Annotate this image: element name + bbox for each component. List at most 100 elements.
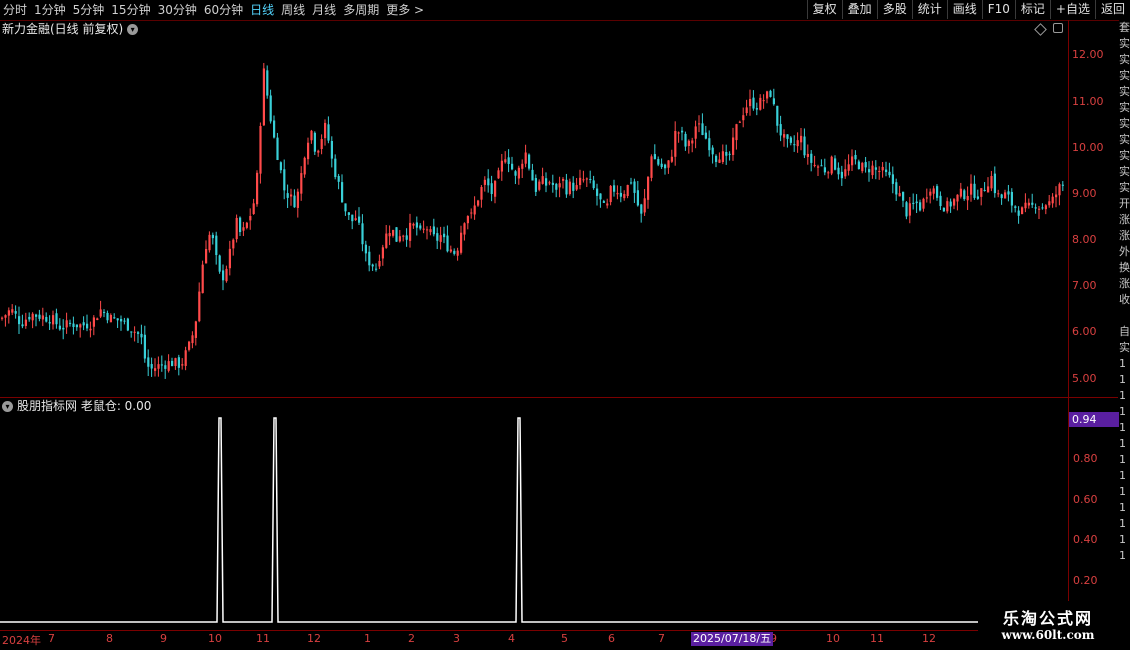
candlestick: [147, 349, 150, 377]
candlestick: [847, 154, 850, 176]
date-tick-label: 11: [870, 632, 884, 645]
chevron-down-icon[interactable]: ▾: [127, 23, 139, 35]
candlestick: [922, 197, 925, 212]
side-strip-char: 1: [1119, 549, 1126, 562]
candlestick: [218, 254, 221, 274]
toolbar-button[interactable]: F10: [981, 0, 1015, 19]
side-strip-char: 实: [1119, 181, 1130, 194]
candlestick: [837, 162, 840, 180]
period-tab[interactable]: 1分钟: [31, 0, 70, 20]
candlestick: [334, 154, 337, 180]
candlestick: [963, 188, 966, 201]
candlestick: [949, 198, 952, 213]
candlestick: [735, 123, 738, 150]
toolbar-button[interactable]: 叠加: [841, 0, 877, 19]
candlestick: [630, 177, 633, 185]
date-tick-label: 6: [608, 632, 615, 645]
candlestick: [970, 174, 973, 202]
candlestick: [810, 150, 813, 172]
candlestick: [320, 134, 323, 155]
candlestick: [276, 132, 279, 161]
date-tick-label: 2024年: [2, 634, 41, 647]
toolbar-button[interactable]: 复权: [806, 0, 842, 19]
candlestick: [72, 316, 75, 335]
candlestick: [375, 263, 378, 272]
candlestick: [973, 175, 976, 200]
period-tab[interactable]: 周线: [278, 0, 309, 20]
candlestick: [405, 228, 408, 247]
candlestick: [854, 150, 857, 165]
toolbar-button[interactable]: 多股: [876, 0, 912, 19]
candlestick: [640, 203, 643, 223]
candlestick: [538, 179, 541, 192]
period-tab[interactable]: 60分钟: [201, 0, 247, 20]
candlestick: [701, 113, 704, 136]
candlestick: [330, 136, 333, 168]
toolbar-button[interactable]: 统计: [911, 0, 947, 19]
toolbar-button[interactable]: 返回: [1094, 0, 1130, 19]
candlestick: [983, 182, 986, 192]
candlestick: [48, 315, 51, 331]
candlestick: [249, 208, 252, 230]
candlestick: [327, 116, 330, 144]
toolbar-button[interactable]: +自选: [1049, 0, 1095, 19]
candlestick: [980, 188, 983, 206]
period-tab[interactable]: 月线: [309, 0, 340, 20]
candlestick: [130, 331, 133, 338]
candlestick: [681, 126, 684, 141]
toolbar-button[interactable]: 画线: [946, 0, 982, 19]
candlestick: [670, 149, 673, 163]
period-tab[interactable]: 15分钟: [108, 0, 154, 20]
price-chart[interactable]: [0, 37, 1068, 397]
candlestick: [517, 165, 520, 185]
candlestick: [619, 186, 622, 203]
candlestick: [779, 115, 782, 142]
candlestick: [823, 158, 826, 176]
side-strip-char: [1119, 308, 1130, 324]
candlestick: [959, 182, 962, 199]
candlestick: [579, 169, 582, 190]
side-strip-char: 1: [1119, 501, 1126, 514]
candlestick: [45, 312, 48, 323]
period-tab[interactable]: 多周期: [340, 0, 383, 20]
maximize-icon[interactable]: [1053, 23, 1063, 33]
candlestick: [667, 160, 670, 174]
diamond-icon[interactable]: [1034, 23, 1047, 36]
indicator-chart[interactable]: [0, 400, 1068, 630]
candlestick: [857, 159, 860, 170]
side-strip-char: 收: [1119, 293, 1130, 306]
candlestick: [21, 314, 24, 329]
candlestick: [514, 169, 517, 185]
candlestick: [96, 317, 99, 321]
candlestick: [524, 144, 527, 168]
candlestick: [364, 240, 367, 262]
candlestick: [1027, 198, 1030, 209]
candlestick: [103, 309, 106, 318]
period-tab[interactable]: 5分钟: [70, 0, 109, 20]
period-tab[interactable]: 更多 >: [383, 0, 428, 20]
side-strip-char: 实: [1119, 53, 1130, 66]
candlestick: [181, 358, 184, 370]
candlestick: [137, 331, 140, 344]
candlestick: [449, 245, 452, 254]
candlestick: [868, 161, 871, 182]
period-tab[interactable]: 30分钟: [155, 0, 201, 20]
candlestick: [1061, 181, 1064, 192]
period-tab[interactable]: 分时: [0, 0, 31, 20]
period-tab[interactable]: 日线: [247, 0, 278, 20]
candlestick: [211, 232, 214, 245]
price-tick-label: 5.00: [1072, 371, 1097, 385]
candlestick: [300, 166, 303, 201]
candlestick: [548, 180, 551, 186]
side-strip-char: 实: [1119, 133, 1130, 146]
candlestick: [184, 346, 187, 371]
indicator-line: [0, 417, 1068, 623]
candlestick: [341, 174, 344, 203]
toolbar-button[interactable]: 标记: [1014, 0, 1050, 19]
side-strip-char: 实: [1119, 117, 1130, 130]
candlestick: [915, 194, 918, 214]
candlestick: [456, 247, 459, 261]
candlestick: [987, 177, 990, 193]
candlestick: [245, 221, 248, 230]
candlestick: [198, 282, 201, 323]
